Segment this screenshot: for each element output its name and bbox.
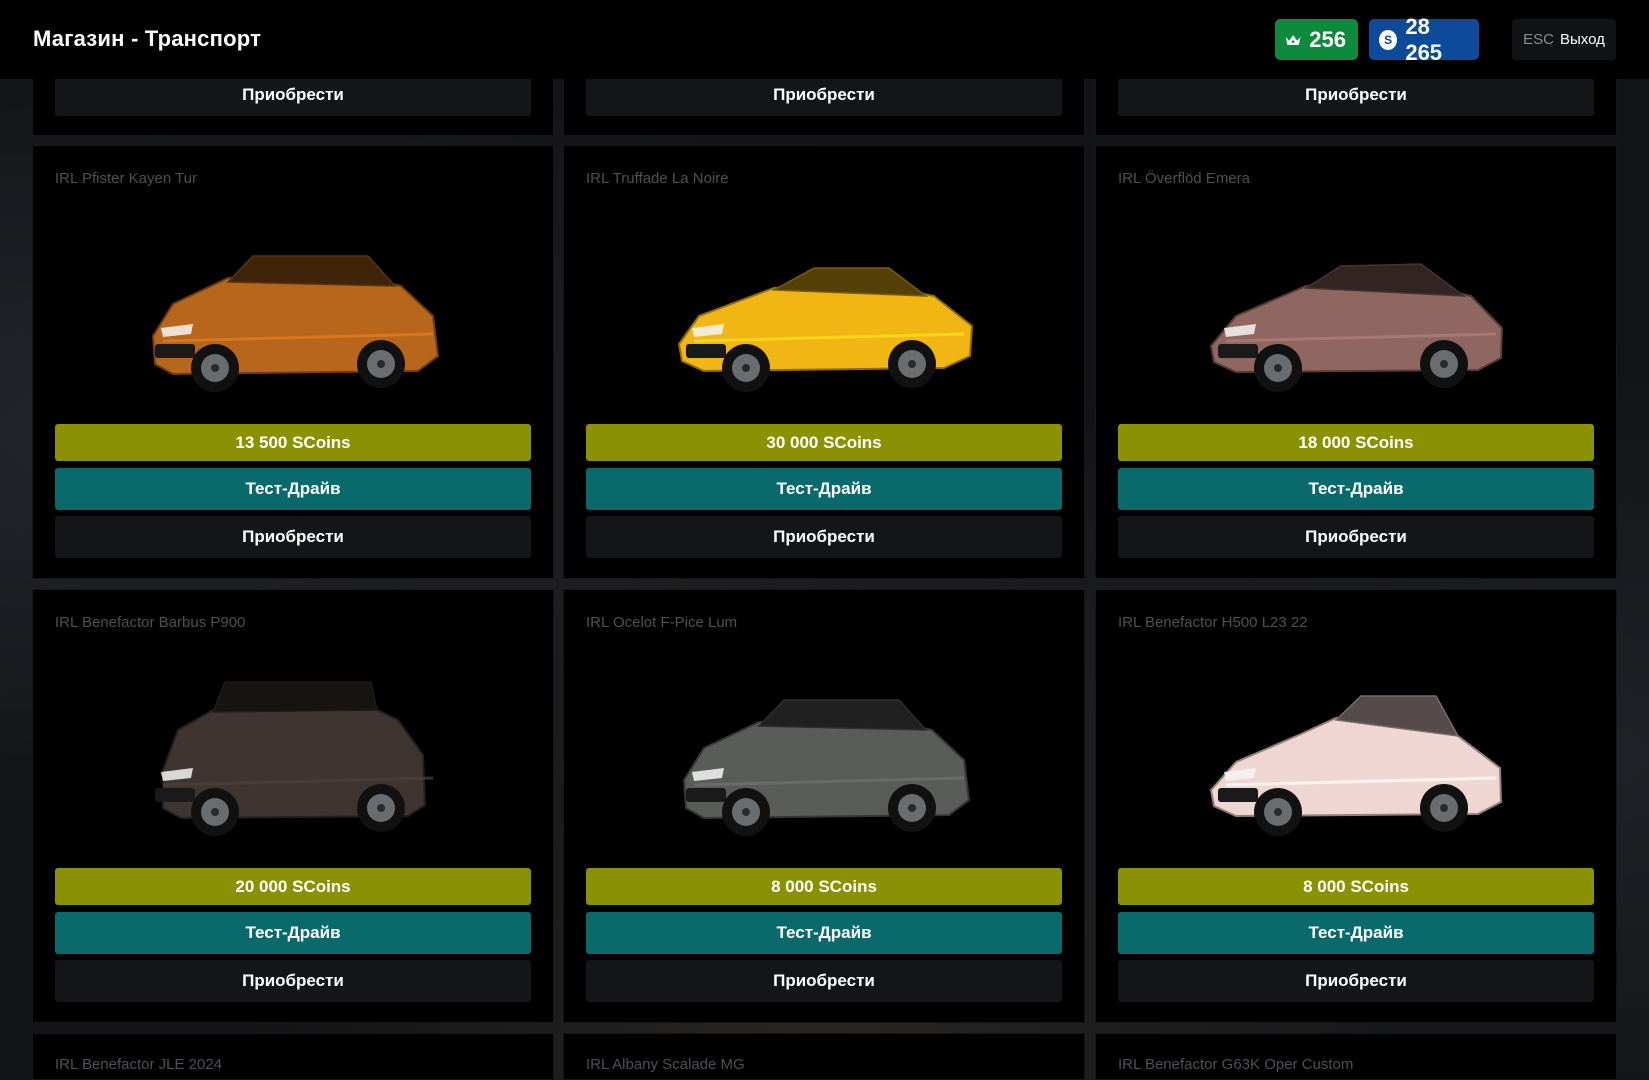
buy-button[interactable]: Приобрести: [586, 516, 1062, 558]
test-drive-button[interactable]: Тест-Драйв: [586, 468, 1062, 510]
test-drive-button[interactable]: Тест-Драйв: [55, 912, 531, 954]
buy-button[interactable]: Приобрести: [55, 960, 531, 1002]
car-hub: [211, 808, 219, 816]
car-grille: [686, 344, 726, 358]
car-hub: [1440, 804, 1448, 812]
buy-button[interactable]: Приобрести: [55, 516, 531, 558]
car-windows: [757, 699, 928, 731]
buy-button[interactable]: Приобрести: [1118, 516, 1594, 558]
car-hub: [908, 804, 916, 812]
test-drive-button[interactable]: Тест-Драйв: [55, 468, 531, 510]
car-windows: [211, 681, 378, 713]
vehicle-grid: Приобрести Приобрести Приобрести IRL Pfi…: [32, 0, 1617, 1080]
vehicle-image: [676, 699, 976, 839]
test-drive-button[interactable]: Тест-Драйв: [1118, 912, 1594, 954]
price-button[interactable]: 18 000 SCoins: [1118, 424, 1594, 461]
car-hub: [908, 360, 916, 368]
car-hub: [377, 360, 385, 368]
top-bar: Магазин - Транспорт 256 S 28 265 ESC Вых…: [0, 0, 1649, 79]
buy-button[interactable]: Приобрести: [1118, 74, 1594, 116]
price-button[interactable]: 13 500 SCoins: [55, 424, 531, 461]
vehicle-name: IRL Benefactor G63K Oper Custom: [1118, 1056, 1354, 1073]
exit-label: Выход: [1559, 31, 1605, 48]
buy-button[interactable]: Приобрести: [586, 960, 1062, 1002]
vehicle-name: IRL Benefactor H500 L23 22: [1118, 614, 1308, 631]
vehicle-card: IRL Överflöd Emera 18 000 SCoins Тест-Др…: [1095, 145, 1617, 579]
vehicle-name: IRL Pfister Kayen Tur: [55, 170, 198, 187]
vehicle-card: IRL Pfister Kayen Tur 13 500 SCoins Тест…: [32, 145, 554, 579]
vehicle-name: IRL Benefactor Barbus P900: [55, 614, 246, 631]
vehicle-image: [145, 681, 445, 839]
price-button[interactable]: 30 000 SCoins: [586, 424, 1062, 461]
vehicle-card: IRL Benefactor H500 L23 22 8 000 SCoins …: [1095, 589, 1617, 1023]
crown-balance-badge: 256: [1275, 19, 1358, 60]
vehicle-name: IRL Albany Scalade MG: [586, 1056, 745, 1073]
car-hub: [742, 808, 750, 816]
car-grille: [155, 344, 195, 358]
buy-button[interactable]: Приобрести: [586, 74, 1062, 116]
car-windows: [226, 255, 397, 287]
car-grille: [1218, 344, 1258, 358]
vehicle-card: IRL Benefactor G63K Oper Custom: [1095, 1033, 1617, 1080]
coin-balance-value: 28 265: [1405, 13, 1443, 65]
test-drive-button[interactable]: Тест-Драйв: [1118, 468, 1594, 510]
vehicle-image: [145, 255, 445, 395]
buy-button[interactable]: Приобрести: [1118, 960, 1594, 1002]
coin-icon: S: [1379, 29, 1398, 50]
vehicle-name: IRL Överflöd Emera: [1118, 170, 1250, 187]
car-hub: [742, 364, 750, 372]
test-drive-button[interactable]: Тест-Драйв: [586, 912, 1062, 954]
buy-button[interactable]: Приобрести: [55, 74, 531, 116]
car-grille: [1218, 788, 1258, 802]
exit-button[interactable]: ESC Выход: [1512, 19, 1616, 60]
crown-balance-value: 256: [1309, 26, 1346, 52]
vehicle-image: [1208, 695, 1508, 839]
car-hub: [1440, 360, 1448, 368]
coin-balance-badge: S 28 265: [1369, 14, 1479, 65]
car-grille: [686, 788, 726, 802]
car-hub: [211, 364, 219, 372]
vehicle-card: IRL Benefactor Barbus P900 20 000 SCoins…: [32, 589, 554, 1023]
price-button[interactable]: 20 000 SCoins: [55, 868, 531, 905]
car-hub: [1274, 808, 1282, 816]
car-hub: [1274, 364, 1282, 372]
esc-key-hint: ESC: [1523, 31, 1554, 48]
vehicle-card: IRL Albany Scalade MG: [563, 1033, 1085, 1080]
car-hub: [377, 804, 385, 812]
vehicle-card: IRL Truffade La Noire 30 000 SCoins Тест…: [563, 145, 1085, 579]
vehicle-name: IRL Truffade La Noire: [586, 170, 729, 187]
page-title: Магазин - Транспорт: [33, 26, 262, 51]
vehicle-card: IRL Benefactor JLE 2024: [32, 1033, 554, 1080]
vehicle-image: [676, 267, 976, 395]
crown-icon: [1285, 34, 1301, 45]
vehicle-card: IRL Ocelot F-Pice Lum 8 000 SCoins Тест-…: [563, 589, 1085, 1023]
price-button[interactable]: 8 000 SCoins: [586, 868, 1062, 905]
vehicle-name: IRL Ocelot F-Pice Lum: [586, 614, 738, 631]
price-button[interactable]: 8 000 SCoins: [1118, 868, 1594, 905]
car-grille: [155, 788, 195, 802]
vehicle-image: [1208, 263, 1508, 395]
vehicle-name: IRL Benefactor JLE 2024: [55, 1056, 223, 1073]
